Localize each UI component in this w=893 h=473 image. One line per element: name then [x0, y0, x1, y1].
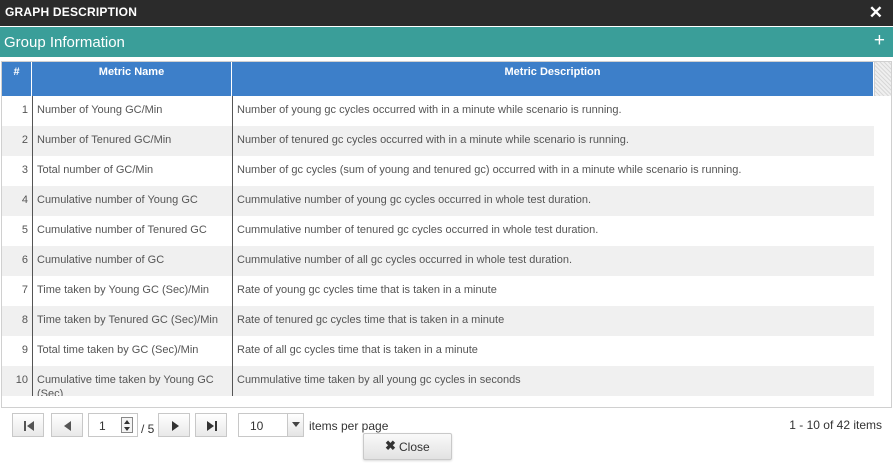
last-page-button[interactable]	[195, 413, 227, 437]
previous-page-icon	[64, 421, 71, 431]
grid-header: # Metric Name Metric Description	[2, 62, 891, 96]
spin-down-icon[interactable]	[124, 427, 130, 431]
cell-number: 8	[21, 314, 28, 326]
table-row[interactable]: 7 Time taken by Young GC (Sec)/Min Rate of…	[2, 276, 874, 306]
cell-metric-name: Cumulative number of Tenured GC	[32, 216, 232, 246]
page-size-select[interactable]: 10	[238, 413, 304, 437]
cell-metric-description: Rate of young gc cycles time that is tak…	[232, 276, 874, 306]
cell-metric-description: Number of gc cycles (sum of young and te…	[232, 156, 874, 186]
cell-number: 1	[21, 104, 28, 116]
cell-number: 10	[15, 374, 28, 386]
cell-metric-name: Number of Tenured GC/Min	[32, 126, 232, 156]
chevron-down-icon[interactable]	[287, 414, 303, 436]
cell-metric-name: Time taken by Young GC (Sec)/Min	[32, 276, 232, 306]
cell-number: 2	[21, 134, 28, 146]
spin-up-icon[interactable]	[124, 420, 130, 424]
dialog-title: GRAPH DESCRIPTION	[5, 5, 138, 19]
pager-info: 1 - 10 of 42 items	[789, 418, 882, 432]
cell-metric-description: Rate of tenured gc cycles time that is t…	[232, 306, 874, 336]
table-row[interactable]: 9 Total time taken by GC (Sec)/Min Rate of…	[2, 336, 874, 366]
table-row[interactable]: 10 Cumulative time taken by Young GC (Sec…	[2, 366, 874, 396]
total-pages-label: / 5	[141, 422, 155, 436]
group-header[interactable]: Group Information +	[0, 27, 893, 57]
dialog-titlebar: GRAPH DESCRIPTION ✕	[0, 0, 893, 26]
first-page-button[interactable]	[12, 413, 44, 437]
cell-metric-description: Number of tenured gc cycles occurred wit…	[232, 126, 874, 156]
next-page-button[interactable]	[158, 413, 190, 437]
table-row[interactable]: 8 Time taken by Tenured GC (Sec)/Min Rate …	[2, 306, 874, 336]
previous-page-button[interactable]	[51, 413, 83, 437]
column-header-metric-name[interactable]: Metric Name	[32, 62, 232, 96]
page-number-input[interactable]: 1	[88, 413, 138, 437]
cell-metric-name: Cumulative number of GC	[32, 246, 232, 276]
cell-metric-name: Cumulative time taken by Young GC (Sec)	[32, 366, 232, 396]
table-row[interactable]: 3 Total number of GC/Min Number of gc cycl…	[2, 156, 874, 186]
first-page-icon	[24, 421, 34, 431]
cell-metric-description: Cummulative number of tenured gc cycles …	[232, 216, 874, 246]
page-size-value: 10	[250, 419, 264, 433]
cell-number: 6	[21, 254, 28, 266]
cell-metric-name: Number of Young GC/Min	[32, 96, 232, 126]
cell-number: 3	[21, 164, 28, 176]
close-button[interactable]: ✖ Close	[363, 433, 452, 460]
page-spinner[interactable]	[121, 417, 133, 433]
cell-metric-name: Time taken by Tenured GC (Sec)/Min	[32, 306, 232, 336]
scrollbar-corner[interactable]	[874, 62, 891, 96]
plus-icon[interactable]: +	[874, 30, 885, 52]
table-row[interactable]: 6 Cumulative number of GC Cummulative numb…	[2, 246, 874, 276]
close-icon[interactable]: ✕	[869, 3, 883, 23]
last-page-icon	[207, 421, 217, 431]
cell-metric-name: Total number of GC/Min	[32, 156, 232, 186]
cell-metric-description: Cummulative number of young gc cycles oc…	[232, 186, 874, 216]
table-row[interactable]: 2 Number of Tenured GC/Min Number of tenur…	[2, 126, 874, 156]
cell-number: 7	[21, 284, 28, 296]
cell-number: 9	[21, 344, 28, 356]
items-per-page-label: items per page	[309, 419, 389, 433]
cell-metric-description: Number of young gc cycles occurred with …	[232, 96, 874, 126]
table-row[interactable]: 1 Number of Young GC/Min Number of young g…	[2, 96, 874, 126]
cell-metric-name: Cumulative number of Young GC	[32, 186, 232, 216]
grid-body[interactable]: 1 Number of Young GC/Min Number of young g…	[2, 96, 874, 396]
close-icon: ✖	[385, 438, 396, 453]
metrics-grid: # Metric Name Metric Description 1 Number…	[1, 61, 892, 408]
current-page-value: 1	[99, 419, 106, 433]
cell-metric-description: Rate of all gc cycles time that is taken…	[232, 336, 874, 366]
table-row[interactable]: 5 Cumulative number of Tenured GC Cummulat…	[2, 216, 874, 246]
close-button-label: Close	[399, 440, 430, 454]
column-header-number[interactable]: #	[2, 62, 32, 96]
cell-metric-description: Cummulative time taken by all young gc c…	[232, 366, 874, 396]
cell-metric-description: Cummulative number of all gc cycles occu…	[232, 246, 874, 276]
column-header-metric-description[interactable]: Metric Description	[232, 62, 874, 96]
cell-metric-name: Total time taken by GC (Sec)/Min	[32, 336, 232, 366]
next-page-icon	[172, 421, 179, 431]
table-row[interactable]: 4 Cumulative number of Young GC Cummulativ…	[2, 186, 874, 216]
group-title: Group Information	[4, 34, 125, 51]
cell-number: 4	[21, 194, 28, 206]
cell-number: 5	[21, 224, 28, 236]
